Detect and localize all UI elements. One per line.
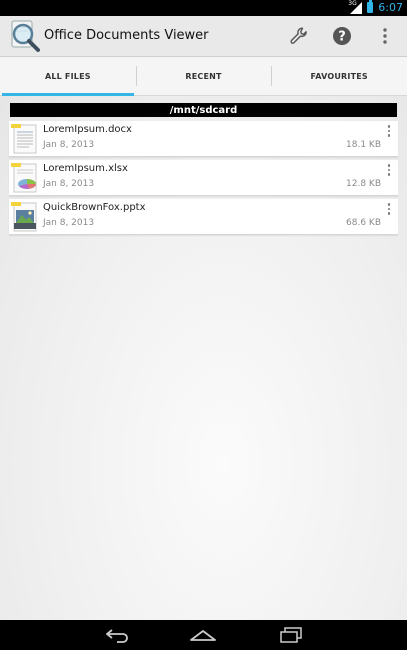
file-size: 18.1 KB [346, 140, 381, 150]
navigation-bar [0, 620, 407, 650]
file-menu-button[interactable] [385, 164, 393, 178]
file-date: Jan 8, 2013 [43, 218, 95, 228]
tab-label: RECENT [185, 71, 222, 81]
tab-favourites[interactable]: FAVOURITES [271, 57, 407, 95]
svg-text:?: ? [338, 30, 346, 45]
file-name: LoremIpsum.xlsx [43, 163, 128, 174]
file-item-loremipsum-docx[interactable]: LoremIpsum.docx Jan 8, 2013 18.1 KB [9, 121, 398, 157]
overflow-menu-icon [383, 28, 387, 44]
tab-recent[interactable]: RECENT [135, 57, 272, 95]
app-magnifier-icon[interactable] [8, 19, 42, 53]
tab-label: FAVOURITES [310, 71, 368, 81]
tab-all-files[interactable]: ALL FILES [0, 57, 136, 96]
signal-icon: 3G [348, 0, 363, 14]
help-icon: ? [333, 27, 351, 45]
home-button[interactable] [188, 625, 218, 645]
tab-bar: ALL FILES RECENT FAVOURITES [0, 57, 407, 96]
back-button[interactable] [102, 625, 132, 645]
file-date: Jan 8, 2013 [43, 140, 95, 150]
app-title: Office Documents Viewer [44, 28, 209, 43]
file-browser: /mnt/sdcard LoremIpsum.docx Jan 8, 2013 … [0, 96, 407, 620]
status-bar: 3G 6:07 [0, 0, 407, 16]
file-item-loremipsum-xlsx[interactable]: LoremIpsum.xlsx Jan 8, 2013 12.8 KB [9, 160, 398, 196]
battery-icon [367, 0, 374, 13]
wrench-icon [290, 27, 307, 44]
file-date: Jan 8, 2013 [43, 179, 95, 189]
file-name: QuickBrownFox.pptx [43, 202, 146, 213]
help-button[interactable]: ? [330, 24, 354, 48]
status-icons: 3G 6:07 [348, 0, 403, 14]
xlsx-file-icon [11, 163, 39, 193]
file-list: LoremIpsum.docx Jan 8, 2013 18.1 KB Lore… [9, 121, 398, 238]
current-path: /mnt/sdcard [10, 103, 397, 117]
recent-apps-icon [280, 627, 302, 643]
file-menu-button[interactable] [385, 125, 393, 139]
file-size: 12.8 KB [346, 179, 381, 189]
file-menu-button[interactable] [385, 203, 393, 217]
settings-button[interactable] [287, 24, 311, 48]
overflow-menu-button[interactable] [373, 24, 397, 48]
pptx-file-icon [11, 202, 39, 232]
file-size: 68.6 KB [346, 218, 381, 228]
status-clock: 6:07 [378, 1, 403, 14]
docx-file-icon [11, 124, 39, 154]
home-icon [190, 630, 216, 641]
back-icon [106, 629, 128, 643]
action-bar: Office Documents Viewer ? [0, 16, 407, 57]
file-name: LoremIpsum.docx [43, 124, 132, 135]
tab-label: ALL FILES [44, 71, 91, 81]
recent-apps-button[interactable] [276, 625, 306, 645]
file-item-quickbrownfox-pptx[interactable]: QuickBrownFox.pptx Jan 8, 2013 68.6 KB [9, 199, 398, 235]
